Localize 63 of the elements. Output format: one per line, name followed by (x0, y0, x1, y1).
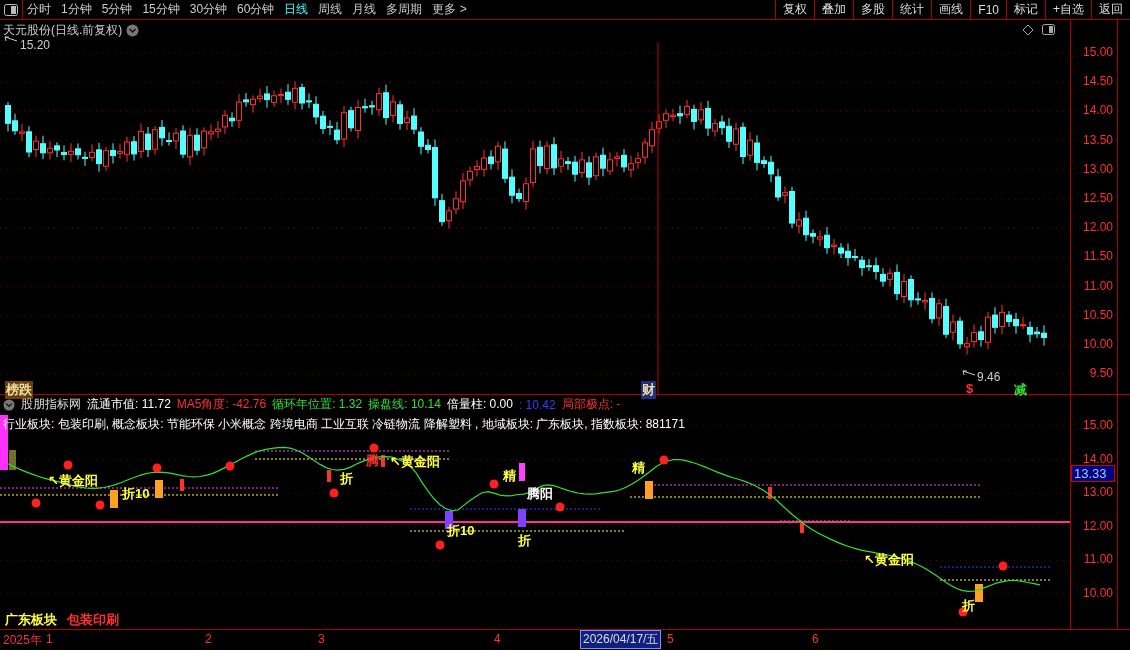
low-price-label: 9.46 (977, 370, 1001, 384)
time-axis-label: 3 (318, 632, 325, 646)
price-axis-label: 15.00 (1082, 45, 1113, 59)
period-tab[interactable]: 30分钟 (185, 1, 234, 18)
signal-label: 折10 (122, 485, 150, 503)
indicator-value: 局部极点: - (561, 396, 621, 413)
chart-marker: 财 (641, 381, 656, 399)
signal-label: 折 (340, 470, 353, 488)
price-axis-label: 10.50 (1082, 307, 1113, 322)
indicator-axis-label: 11.00 (1083, 552, 1113, 567)
price-axis-label: 11.50 (1083, 249, 1113, 264)
indicator-axis-label: 13.00 (1082, 485, 1113, 500)
sector-tag: 广东板块 (5, 611, 57, 629)
indicator-value: 流通市值: 11.72 (87, 396, 171, 413)
price-axis-label: 13.50 (1082, 132, 1113, 147)
indicator-value: 倍量柱: 0.00 (446, 396, 513, 413)
period-tab[interactable]: 周线 (314, 1, 349, 18)
chart-marker: 减 (1013, 381, 1028, 399)
price-axis-label: 9.50 (1089, 366, 1113, 381)
indicator-axis-label: 12.00 (1082, 518, 1113, 533)
time-axis-label: 6 (812, 632, 819, 646)
period-tab[interactable]: 更多 > (428, 1, 473, 18)
signal-label: 折10 (447, 522, 475, 540)
sector-tag: 包装印刷 (67, 611, 119, 629)
time-axis-label: 2025年 (3, 632, 42, 649)
time-axis-label: 4 (494, 632, 501, 646)
period-tab[interactable]: 15分钟 (138, 1, 186, 18)
indicator-value: : 10.42 (518, 397, 556, 412)
chart-marker: $ (965, 381, 975, 396)
period-tab[interactable]: 分时 (23, 1, 57, 18)
indicator-axis-label: 10.00 (1082, 586, 1113, 600)
price-axis-label: 14.00 (1082, 103, 1113, 118)
high-price-label: 15.20 (20, 38, 51, 52)
period-tab[interactable]: 日线 (280, 1, 315, 18)
period-tab[interactable]: 1分钟 (57, 1, 98, 18)
chart-marker: 榜跌 (5, 381, 33, 399)
current-value-badge: 13.33 (1071, 465, 1115, 482)
signal-label: 折 (518, 532, 531, 550)
time-axis-label: 5 (667, 632, 674, 646)
indicator-name: 股朋指标网 (21, 396, 81, 413)
indicator-value: 循环年位置: 1.32 (272, 396, 363, 413)
time-axis-label: 1 (46, 632, 53, 646)
indicator-axis-label: 14.00 (1082, 451, 1113, 466)
price-axis-label: 14.50 (1082, 74, 1113, 89)
indicator-value: MA5角度: -42.76 (176, 396, 267, 413)
signal-label: 精 (632, 459, 645, 477)
period-tab[interactable]: 60分钟 (233, 1, 281, 18)
stock-title: 天元股份(日线.前复权) (3, 22, 123, 39)
indicator-value: 操盘线: 10.14 (368, 396, 441, 413)
period-tab[interactable]: 多周期 (382, 1, 429, 18)
time-axis-label: 2 (205, 632, 212, 646)
price-axis-label: 11.00 (1083, 278, 1113, 293)
indicator-axis-label: 15.00 (1082, 418, 1113, 432)
signal-label: 腾阳 (527, 485, 553, 503)
signal-label: 精 (503, 467, 516, 485)
period-tab[interactable]: 月线 (348, 1, 383, 18)
time-axis-label: 2026/04/17/五 (580, 630, 662, 649)
period-tab[interactable]: 5分钟 (97, 1, 139, 18)
signal-label: 折 (962, 597, 975, 615)
price-axis-label: 12.00 (1082, 220, 1113, 235)
price-axis-label: 12.50 (1082, 191, 1113, 205)
price-axis-label: 13.00 (1082, 161, 1113, 176)
price-axis-label: 10.00 (1082, 337, 1113, 351)
